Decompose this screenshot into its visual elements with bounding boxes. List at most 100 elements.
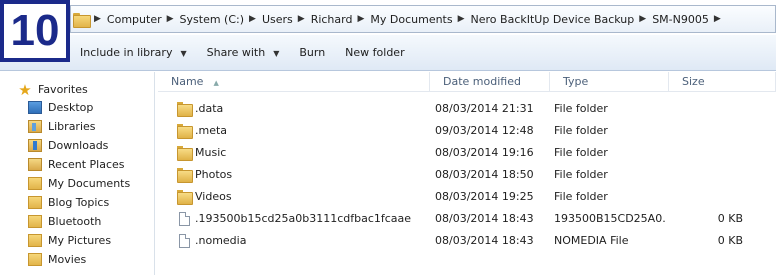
chevron-right-icon[interactable]: ▶ — [357, 14, 364, 24]
file-date: 09/03/2014 12:48 — [435, 124, 534, 137]
nav-item-downloads[interactable]: Downloads — [28, 136, 108, 155]
column-header-type[interactable]: Type — [550, 72, 669, 92]
file-row[interactable]: Photos 08/03/2014 18:50 File folder — [158, 164, 776, 186]
file-list: Name ▲ Date modified Type Size .data 08/0… — [158, 72, 776, 275]
chevron-right-icon[interactable]: ▶ — [714, 14, 721, 24]
nav-item-bluetooth[interactable]: Bluetooth — [28, 212, 101, 231]
file-date: 08/03/2014 19:25 — [435, 190, 534, 203]
file-size: 0 KB — [717, 234, 743, 247]
file-name: .193500b15cd25a0b3111cdfbac1fcaae — [195, 212, 412, 225]
address-bar[interactable]: ▶ Computer ▶ System (C:) ▶ Users ▶ Richa… — [70, 5, 776, 33]
star-icon: ★ — [18, 80, 32, 99]
file-row[interactable]: .meta 09/03/2014 12:48 File folder — [158, 120, 776, 142]
nav-item-blog-topics[interactable]: Blog Topics — [28, 193, 109, 212]
folder-icon — [28, 196, 42, 209]
file-type: 193500B15CD25A0... — [554, 212, 666, 225]
file-date: 08/03/2014 18:43 — [435, 212, 534, 225]
nav-item-label: Libraries — [48, 120, 96, 133]
breadcrumb-users[interactable]: Users — [262, 13, 293, 26]
nav-item-movies[interactable]: Movies — [28, 250, 86, 269]
chevron-right-icon[interactable]: ▶ — [458, 14, 465, 24]
folder-icon — [73, 12, 91, 28]
folder-icon — [177, 168, 193, 183]
column-header-name-label: Name — [171, 75, 204, 88]
nav-favorites-label: Favorites — [38, 83, 88, 96]
file-name: Music — [195, 146, 227, 159]
chevron-right-icon[interactable]: ▶ — [298, 14, 305, 24]
file-date: 08/03/2014 19:16 — [435, 146, 534, 159]
folder-icon — [177, 190, 193, 205]
file-name: .meta — [195, 124, 228, 137]
navigation-pane: ★ Favorites Desktop Libraries Downloads … — [0, 72, 155, 275]
file-name: .nomedia — [195, 234, 247, 247]
file-name: Videos — [195, 190, 232, 203]
file-type: File folder — [554, 190, 608, 203]
new-folder-button[interactable]: New folder — [335, 41, 414, 65]
file-row[interactable]: Videos 08/03/2014 19:25 File folder — [158, 186, 776, 208]
dropdown-arrow-icon: ▼ — [180, 48, 187, 58]
nav-item-label: Bluetooth — [48, 215, 102, 228]
file-row[interactable]: .193500b15cd25a0b3111cdfbac1fcaae 08/03/… — [158, 208, 776, 230]
folder-icon — [28, 253, 42, 266]
file-size — [673, 164, 743, 186]
breadcrumb-richard[interactable]: Richard — [311, 13, 353, 26]
column-header-date[interactable]: Date modified — [430, 72, 550, 92]
folder-icon — [177, 102, 193, 117]
file-type: NOMEDIA File — [554, 234, 629, 247]
breadcrumb-nero-backitup[interactable]: Nero BackItUp Device Backup — [471, 13, 635, 26]
chevron-right-icon[interactable]: ▶ — [639, 14, 646, 24]
nav-item-label: My Pictures — [48, 234, 112, 247]
nav-item-recent-places[interactable]: Recent Places — [28, 155, 125, 174]
chevron-right-icon[interactable]: ▶ — [94, 14, 101, 24]
file-size — [673, 120, 743, 142]
column-header-name[interactable]: Name ▲ — [158, 72, 430, 92]
file-row[interactable]: Music 08/03/2014 19:16 File folder — [158, 142, 776, 164]
sort-ascending-icon: ▲ — [213, 79, 219, 87]
chevron-right-icon[interactable]: ▶ — [249, 14, 256, 24]
file-date: 08/03/2014 18:50 — [435, 168, 534, 181]
nav-item-label: Desktop — [48, 101, 94, 114]
recent-places-icon — [28, 158, 42, 171]
breadcrumb: ▶ Computer ▶ System (C:) ▶ Users ▶ Richa… — [71, 6, 775, 32]
breadcrumb-system-c[interactable]: System (C:) — [180, 13, 245, 26]
file-type: File folder — [554, 146, 608, 159]
nav-item-label: Recent Places — [48, 158, 125, 171]
file-type: File folder — [554, 102, 608, 115]
file-date: 08/03/2014 21:31 — [435, 102, 534, 115]
file-name: Photos — [195, 168, 233, 181]
file-size — [673, 142, 743, 164]
file-type: File folder — [554, 124, 608, 137]
folder-icon — [177, 124, 193, 139]
nav-item-desktop[interactable]: Desktop — [28, 98, 93, 117]
chevron-right-icon[interactable]: ▶ — [167, 14, 174, 24]
step-number-badge: 10 — [0, 0, 70, 62]
file-icon — [179, 212, 190, 226]
libraries-icon — [28, 120, 42, 133]
nav-favorites[interactable]: ★ Favorites — [16, 80, 88, 99]
file-size — [673, 98, 743, 120]
folder-icon — [28, 177, 42, 190]
file-row[interactable]: .nomedia 08/03/2014 18:43 NOMEDIA File 0… — [158, 230, 776, 252]
breadcrumb-sm-n9005[interactable]: SM-N9005 — [652, 13, 709, 26]
folder-icon — [28, 215, 42, 228]
breadcrumb-computer[interactable]: Computer — [107, 13, 162, 26]
nav-item-libraries[interactable]: Libraries — [28, 117, 96, 136]
share-with-label: Share with — [206, 45, 266, 59]
share-with-button[interactable]: Share with ▼ — [197, 41, 290, 65]
file-row[interactable]: .data 08/03/2014 21:31 File folder — [158, 98, 776, 120]
nav-item-label: Blog Topics — [48, 196, 110, 209]
file-icon — [179, 234, 190, 248]
file-size — [673, 186, 743, 208]
file-date: 08/03/2014 18:43 — [435, 234, 534, 247]
include-in-library-button[interactable]: Include in library ▼ — [70, 41, 197, 65]
burn-button[interactable]: Burn — [289, 41, 335, 65]
nav-item-my-documents[interactable]: My Documents — [28, 174, 130, 193]
breadcrumb-my-documents[interactable]: My Documents — [370, 13, 452, 26]
column-header-size[interactable]: Size — [669, 72, 776, 92]
file-type: File folder — [554, 168, 608, 181]
folder-icon — [28, 234, 42, 247]
nav-item-label: My Documents — [48, 177, 131, 190]
nav-item-label: Downloads — [48, 139, 109, 152]
command-bar: Include in library ▼ Share with ▼ Burn New… — [70, 35, 776, 71]
nav-item-my-pictures[interactable]: My Pictures — [28, 231, 111, 250]
